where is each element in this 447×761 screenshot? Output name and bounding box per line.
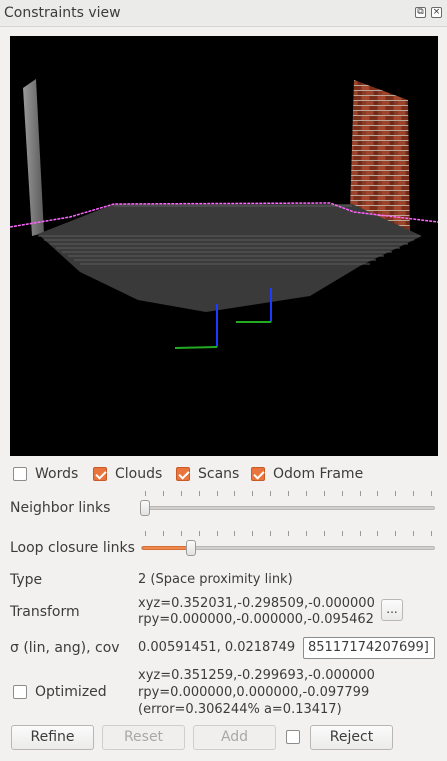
- frame-axis-y: [174, 346, 218, 349]
- slider-tick: [413, 491, 414, 496]
- left-wall: [23, 79, 44, 236]
- slider-tick: [181, 491, 182, 496]
- slider-tick: [360, 491, 361, 496]
- reject-checkbox[interactable]: [286, 730, 300, 744]
- slider-tick: [324, 531, 325, 536]
- transform-xyz: xyz=0.352031,-0.298509,-0.000000: [138, 596, 375, 611]
- slider-tick: [360, 531, 361, 536]
- slider-tick: [413, 531, 414, 536]
- slider-tick: [163, 531, 164, 536]
- optimized-rpy: rpy=0.000000,0.000000,-0.097799: [138, 685, 370, 700]
- slider-tick: [199, 531, 200, 536]
- slider-tick: [234, 531, 235, 536]
- loop-ticks: [141, 531, 435, 537]
- clouds-checkbox[interactable]: [93, 467, 107, 481]
- odom-frame-label: Odom Frame: [273, 466, 364, 482]
- neighbor-links-track[interactable]: [141, 506, 435, 510]
- reject-button[interactable]: Reject: [310, 725, 393, 750]
- slider-tick: [252, 491, 253, 496]
- slider-tick: [217, 531, 218, 536]
- sigma-label: σ (lin, ang), cov: [10, 640, 120, 656]
- words-label: Words: [35, 466, 79, 482]
- transform-details-button[interactable]: ...: [381, 599, 403, 621]
- slider-tick: [234, 491, 235, 496]
- slider-tick: [163, 491, 164, 496]
- slider-tick: [431, 491, 432, 496]
- slider-tick: [252, 531, 253, 536]
- constraint-scene: [10, 79, 438, 349]
- neighbor-links-label: Neighbor links: [10, 500, 111, 516]
- slider-tick: [395, 531, 396, 536]
- sigma-value: 0.00591451, 0.0218749: [138, 640, 296, 655]
- slider-tick: [181, 531, 182, 536]
- optimized-xyz: xyz=0.351259,-0.299693,-0.000000: [138, 668, 375, 683]
- window-title: Constraints view: [4, 5, 121, 21]
- slider-tick: [306, 531, 307, 536]
- reset-button[interactable]: Reset: [102, 725, 185, 750]
- slider-tick: [342, 531, 343, 536]
- type-label: Type: [10, 572, 43, 588]
- optimized-label: Optimized: [35, 684, 107, 700]
- add-button[interactable]: Add: [193, 725, 276, 750]
- loop-closure-links-fill: [142, 546, 191, 550]
- slider-tick: [217, 491, 218, 496]
- scans-label: Scans: [198, 466, 240, 482]
- loop-closure-links-handle[interactable]: [186, 540, 196, 556]
- optimized-error: (error=0.306244% a=0.13417): [138, 702, 342, 717]
- display-options: Words Clouds Scans Odom Frame: [0, 466, 447, 484]
- refine-button[interactable]: Refine: [11, 725, 94, 750]
- 3d-viewport[interactable]: [10, 36, 438, 456]
- slider-tick: [270, 531, 271, 536]
- transform-rpy: rpy=0.000000,-0.000000,-0.095462: [138, 612, 374, 627]
- slider-tick: [377, 531, 378, 536]
- slider-tick: [324, 491, 325, 496]
- slider-tick: [377, 491, 378, 496]
- slider-tick: [270, 491, 271, 496]
- slider-tick: [306, 491, 307, 496]
- loop-closure-links-label: Loop closure links: [10, 540, 135, 556]
- float-icon[interactable]: ⧉: [415, 7, 426, 18]
- slider-tick: [342, 491, 343, 496]
- floor-plane: [38, 204, 422, 312]
- neighbor-ticks: [141, 491, 435, 497]
- close-icon[interactable]: ×: [431, 7, 442, 18]
- clouds-label: Clouds: [115, 466, 163, 482]
- scans-checkbox[interactable]: [176, 467, 190, 481]
- transform-label: Transform: [10, 604, 80, 620]
- neighbor-links-handle[interactable]: [140, 500, 150, 516]
- optimized-checkbox[interactable]: [13, 685, 27, 699]
- odom-frame-checkbox[interactable]: [251, 467, 265, 481]
- words-checkbox[interactable]: [13, 467, 27, 481]
- slider-tick: [288, 491, 289, 496]
- title-bar: Constraints view ⧉ ×: [0, 0, 447, 27]
- slider-tick: [199, 491, 200, 496]
- type-value: 2 (Space proximity link): [138, 572, 293, 587]
- slider-tick: [395, 491, 396, 496]
- slider-tick: [288, 531, 289, 536]
- slider-tick: [431, 531, 432, 536]
- slider-tick: [145, 531, 146, 536]
- slider-tick: [145, 491, 146, 496]
- covariance-field[interactable]: 85117174207699]: [303, 637, 435, 659]
